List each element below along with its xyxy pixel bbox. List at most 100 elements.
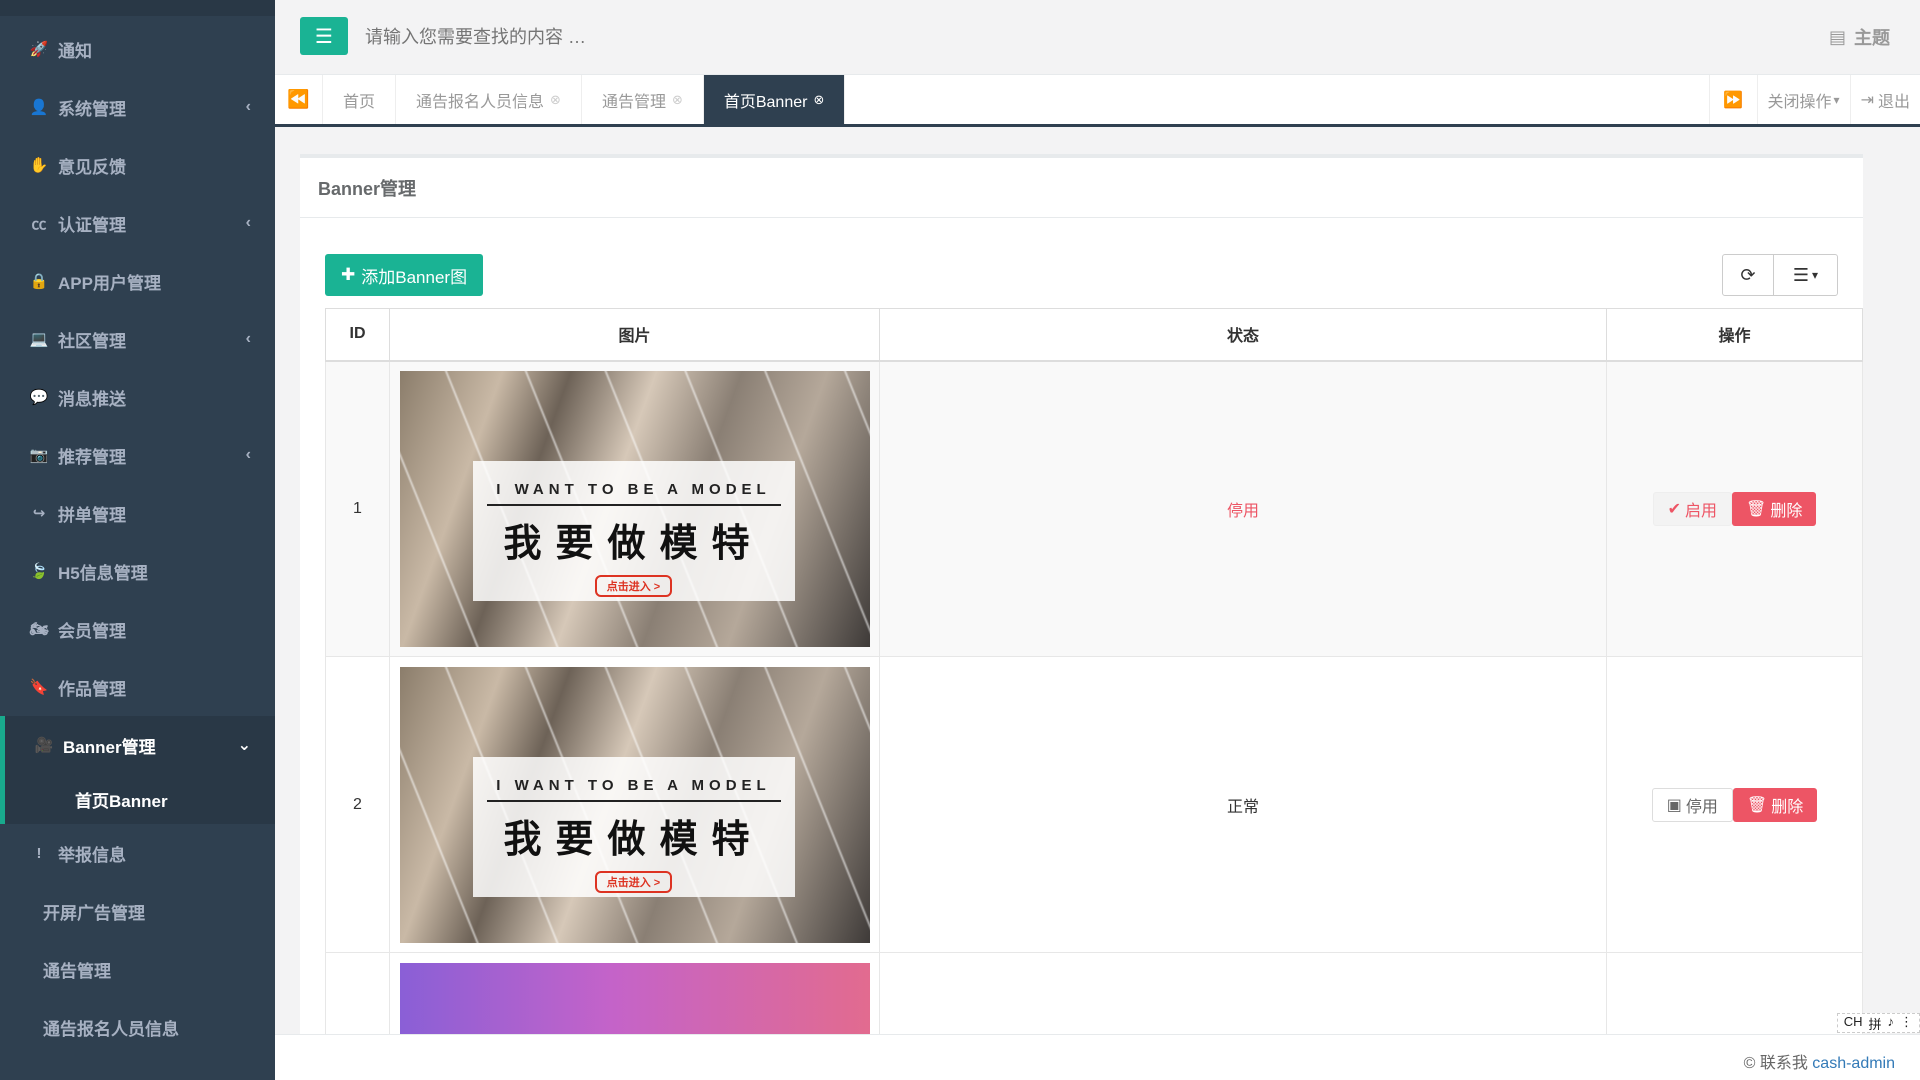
tab-scroll-left-button[interactable]: ⏪ xyxy=(275,75,323,124)
sidebar-item-0[interactable]: 🚀 通知 xyxy=(0,20,275,78)
backward-icon: ⏪ xyxy=(287,89,310,109)
sidebar-item-9[interactable]: 🍃 H5信息管理 xyxy=(0,542,275,600)
close-icon[interactable]: ⊗ xyxy=(550,92,561,108)
ime-item[interactable]: ⋮ xyxy=(1900,1014,1913,1032)
chevron-icon: ‹ xyxy=(245,446,251,463)
list-icon: ▤ xyxy=(1828,26,1846,47)
tab-label: 通告管理 xyxy=(601,93,666,111)
tab-3[interactable]: 首页Banner ⊗ xyxy=(703,75,846,124)
rocket-icon: 🚀 xyxy=(29,41,49,58)
delete-button[interactable]: 🗑 删除 xyxy=(1732,491,1817,526)
bookmark-icon: 🔖 xyxy=(29,679,49,696)
sidebar-item-plain-2[interactable]: 通告报名人员信息 xyxy=(0,998,275,1056)
sidebar-item-5[interactable]: 💻 社区管理 ‹ xyxy=(0,310,275,368)
sidebar-item-banner[interactable]: 🎥 Banner管理 ⌄ xyxy=(0,716,275,774)
banner-en-text: I WANT TO BE A MODEL xyxy=(496,480,771,498)
sidebar-item-3[interactable]: ㏄认证管理 ‹ xyxy=(0,194,275,252)
ime-item[interactable]: CH xyxy=(1844,1014,1863,1032)
user-icon: 👤 xyxy=(29,99,49,116)
trash-icon: 🗑 xyxy=(1746,500,1767,518)
motorcycle-icon: 🏍 xyxy=(29,621,49,638)
close-operations-dropdown[interactable]: 关闭操作 ▾ xyxy=(1756,75,1850,124)
sidebar-item-7[interactable]: 📷 推荐管理 ‹ xyxy=(0,426,275,484)
ime-toolbar[interactable]: CH 拼 ♪ ⋮ xyxy=(1836,1013,1920,1033)
column-header-status[interactable]: 状态 xyxy=(879,308,1607,362)
sidebar-item-label: Banner管理 xyxy=(63,737,156,757)
sidebar-item-plain-1[interactable]: 通告管理 xyxy=(0,940,275,998)
enable-button[interactable]: ✔ 启用 xyxy=(1652,491,1733,526)
sidebar-item-label: 举报信息 xyxy=(58,845,126,865)
tab-2[interactable]: 通告管理 ⊗ xyxy=(582,75,704,124)
list-icon: ☰ xyxy=(1792,264,1810,285)
sidebar: 🚀 通知 👤 系统管理 ‹ ✋ 意见反馈㏄认证管理 ‹ 🔒 APP用户管理 💻 社区管理 ‹ 💬 消息推送 📷… xyxy=(0,0,275,1080)
toggle-label: 启用 xyxy=(1685,502,1718,520)
main-content: Banner管理 ✚ 添加Banner图 ⟳ ☰ ▾ ID 图片 状态 操作 1… xyxy=(275,127,1920,1034)
table-row: 1I WANT TO BE A MODEL 我要做模特 点击进入 > 停用 ✔ 启用 🗑 删除 xyxy=(325,360,1863,657)
forward-icon: ⏩ xyxy=(1723,91,1743,109)
bars-icon: ☰ xyxy=(315,25,333,48)
banner-image: I WANT TO BE A MODEL 我要做模特点击进入 > xyxy=(399,666,870,943)
sidebar-item-1[interactable]: 👤 系统管理 ‹ xyxy=(0,78,275,136)
table-row: 2I WANT TO BE A MODEL 我要做模特 点击进入 > 正常 ▣ 停用 🗑 删除 xyxy=(325,656,1863,953)
hand-icon: ✋ xyxy=(29,157,49,174)
sidebar-item-6[interactable]: 💬 消息推送 xyxy=(0,368,275,426)
tab-scroll-right-button[interactable]: ⏩ xyxy=(1708,75,1757,124)
check-icon: ✔ xyxy=(1667,500,1682,518)
logout-button[interactable]: ⇥ 退出 xyxy=(1849,75,1920,124)
delete-button[interactable]: 🗑 删除 xyxy=(1732,787,1818,822)
cell-id: 2 xyxy=(325,656,390,953)
delete-label: 删除 xyxy=(1771,798,1804,816)
plus-icon: ✚ xyxy=(341,265,356,284)
menu-toggle-button[interactable]: ☰ xyxy=(300,17,348,55)
sidebar-item-after-0[interactable]: ! 举报信息 xyxy=(0,824,275,882)
banner-cn-text: 我要做模特 xyxy=(503,816,764,861)
columns-dropdown-button[interactable]: ☰ ▾ xyxy=(1773,255,1837,295)
close-icon[interactable]: ⊗ xyxy=(672,92,683,108)
banner-en-text: I WANT TO BE A MODEL xyxy=(496,776,771,794)
sidebar-item-plain-0[interactable]: 开屏广告管理 xyxy=(0,882,275,940)
disable-button[interactable]: ▣ 停用 xyxy=(1651,787,1733,822)
column-header-id[interactable]: ID xyxy=(325,308,390,362)
video-camera-icon: 🎥 xyxy=(34,737,54,754)
theme-button[interactable]: ▤ 主题 xyxy=(1829,24,1890,50)
sidebar-item-label: 消息推送 xyxy=(58,389,126,409)
laptop-icon: 💻 xyxy=(29,331,49,348)
banner-enter-text: 点击进入 > xyxy=(594,870,673,893)
banner-image xyxy=(399,963,870,1034)
column-header-image[interactable]: 图片 xyxy=(389,308,880,362)
close-operations-label: 关闭操作 xyxy=(1767,93,1832,111)
chevron-icon: ‹ xyxy=(245,330,251,347)
chevron-icon: ‹ xyxy=(245,98,251,115)
exclamation-icon: ! xyxy=(36,844,42,862)
cell-status: 停用 xyxy=(879,360,1607,657)
footer: CH 拼 ♪ ⋮ © 联系我 cash-admin xyxy=(275,1013,1920,1080)
footer-link[interactable]: cash-admin xyxy=(1812,1055,1895,1072)
add-banner-label: 添加Banner图 xyxy=(361,267,468,287)
sidebar-item-label: 作品管理 xyxy=(58,679,126,699)
leaf-icon: 🍃 xyxy=(29,563,49,580)
banner-enter-text: 点击进入 > xyxy=(594,574,673,597)
refresh-button[interactable]: ⟳ xyxy=(1723,255,1773,295)
footer-text: © 联系我 cash-admin xyxy=(1744,1049,1895,1073)
tab-0[interactable]: 首页 xyxy=(323,75,397,124)
search-input[interactable] xyxy=(365,20,965,54)
tab-1[interactable]: 通告报名人员信息 ⊗ xyxy=(396,75,582,124)
sidebar-item-10[interactable]: 🏍 会员管理 xyxy=(0,600,275,658)
column-header-actions[interactable]: 操作 xyxy=(1606,308,1863,362)
caret-down-icon: ▾ xyxy=(1812,268,1819,282)
sidebar-item-label: 通知 xyxy=(58,41,92,61)
footer-prefix: © 联系我 xyxy=(1743,1055,1808,1072)
table-toolbar: ⟳ ☰ ▾ xyxy=(1722,254,1838,296)
ime-item[interactable]: ♪ xyxy=(1888,1014,1895,1032)
chevron-icon: ‹ xyxy=(245,214,251,231)
add-banner-button[interactable]: ✚ 添加Banner图 xyxy=(325,254,484,296)
sidebar-subitem-home-banner[interactable]: 首页Banner xyxy=(0,774,275,824)
sidebar-item-11[interactable]: 🔖 作品管理 xyxy=(0,658,275,716)
sidebar-item-8[interactable]: ↪ 拼单管理 xyxy=(0,484,275,542)
sidebar-item-2[interactable]: ✋ 意见反馈 xyxy=(0,136,275,194)
ime-item[interactable]: 拼 xyxy=(1868,1014,1881,1032)
sidebar-item-label: APP用户管理 xyxy=(58,273,161,293)
close-icon[interactable]: ⊗ xyxy=(813,92,824,108)
cell-id: 1 xyxy=(325,360,390,657)
sidebar-item-4[interactable]: 🔒 APP用户管理 xyxy=(0,252,275,310)
